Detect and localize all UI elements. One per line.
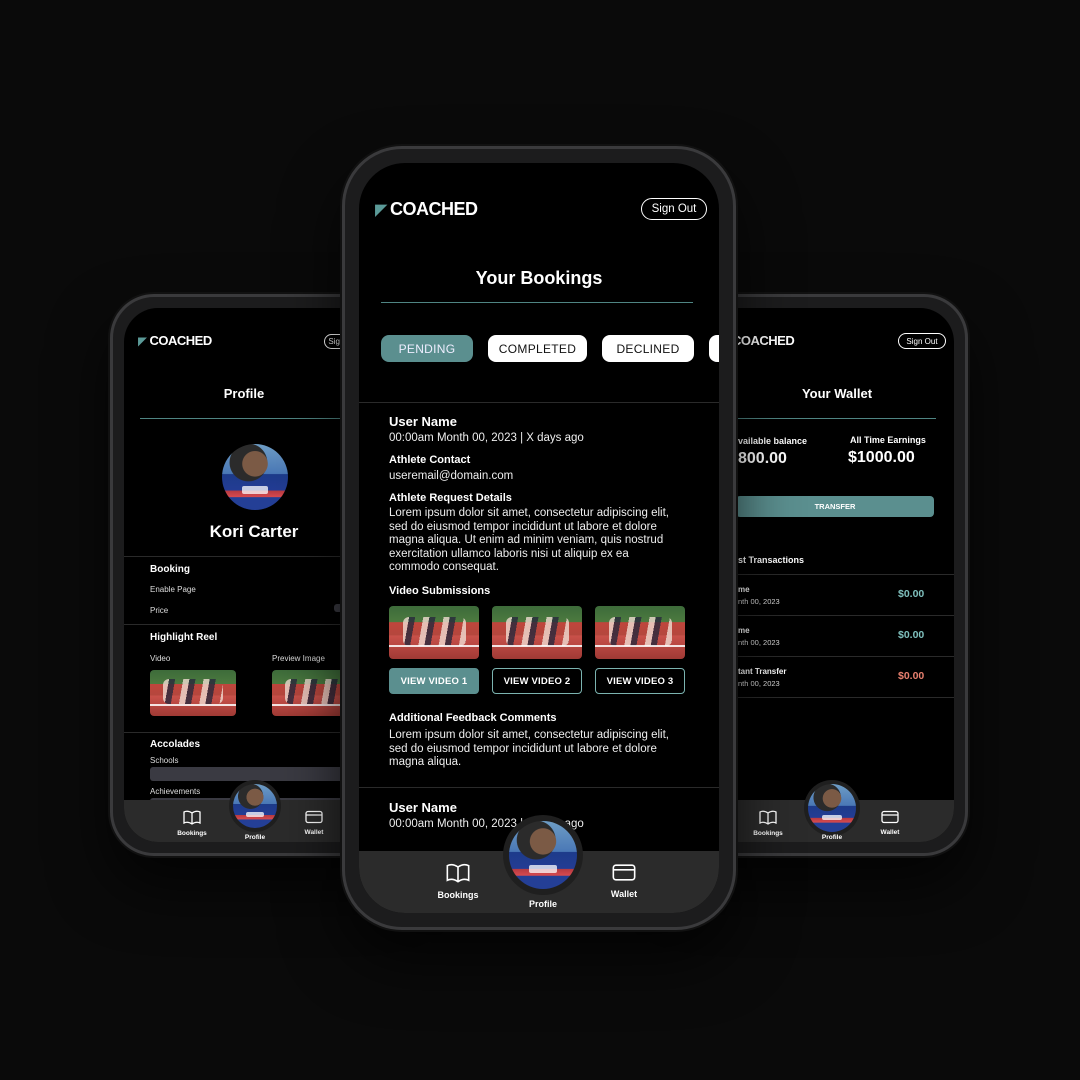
view-video-2-button[interactable]: VIEW VIDEO 2 xyxy=(492,668,582,694)
video-thumbnail[interactable] xyxy=(389,606,479,659)
section-divider xyxy=(722,574,954,575)
nav-bookings[interactable]: Bookings xyxy=(162,810,222,837)
booking-heading: Booking xyxy=(150,564,190,575)
nav-wallet[interactable]: Wallet xyxy=(284,810,344,836)
book-icon xyxy=(446,863,470,883)
video-thumbnail[interactable] xyxy=(595,606,685,659)
section-divider xyxy=(722,656,954,657)
page-title: Profile xyxy=(223,386,265,401)
highlight-video-thumbnail[interactable] xyxy=(150,670,236,716)
book-icon xyxy=(759,810,777,825)
preview-image-label: Preview Image xyxy=(272,654,325,663)
bookings-screen: ◤ COACHED Sign Out Your Bookings PENDING … xyxy=(359,163,719,913)
schools-input[interactable] xyxy=(150,767,364,781)
section-divider xyxy=(722,615,954,616)
section-divider xyxy=(722,697,954,698)
schools-label: Schools xyxy=(150,756,179,765)
next-booking-user-name: User Name xyxy=(389,800,457,815)
enable-page-label: Enable Page xyxy=(150,585,196,594)
feedback-comments-text: Lorem ipsum dolor sit amet, consectetur … xyxy=(389,729,669,769)
request-details-text: Lorem ipsum dolor sit amet, consectetur … xyxy=(389,507,669,574)
wallet-card-icon xyxy=(881,810,899,824)
all-time-earnings-label: All Time Earnings xyxy=(850,435,926,445)
athlete-contact-label: Athlete Contact xyxy=(389,454,471,466)
nav-wallet[interactable]: Wallet xyxy=(860,810,920,836)
wallet-card-icon xyxy=(305,810,323,824)
coached-logo: ◤ COACHED xyxy=(138,333,212,348)
bottom-nav: Bookings Profile Wallet xyxy=(359,815,719,913)
tab-declined[interactable]: DECLINED xyxy=(602,335,694,362)
page-title: Your Wallet xyxy=(801,386,873,401)
title-divider xyxy=(140,418,370,419)
booking-datetime: 00:00am Month 00, 2023 | X days ago xyxy=(389,432,584,444)
title-divider xyxy=(381,302,693,303)
nav-bookings[interactable]: Bookings xyxy=(423,863,493,900)
nav-profile-label[interactable]: Profile xyxy=(800,834,864,841)
view-video-1-button[interactable]: VIEW VIDEO 1 xyxy=(389,668,479,694)
video-submissions-label: Video Submissions xyxy=(389,585,491,597)
section-divider xyxy=(359,402,719,403)
achievements-label: Achievements xyxy=(150,787,201,796)
nav-profile-avatar[interactable] xyxy=(509,821,577,889)
wallet-card-icon xyxy=(612,864,636,881)
athlete-email[interactable]: useremail@domain.com xyxy=(389,470,513,482)
logo-mark-icon: ◤ xyxy=(138,334,147,348)
price-label: Price xyxy=(150,606,169,615)
book-icon xyxy=(183,810,201,825)
transactions-heading: st Transactions xyxy=(738,555,805,565)
video-label: Video xyxy=(150,654,171,663)
nav-profile-avatar[interactable] xyxy=(233,784,277,828)
highlight-reel-heading: Highlight Reel xyxy=(150,632,218,643)
tab-overflow[interactable] xyxy=(709,335,719,362)
title-divider xyxy=(722,418,936,419)
coached-logo: ◤ COACHED xyxy=(375,199,478,219)
tab-pending[interactable]: PENDING xyxy=(381,335,473,362)
view-video-3-button[interactable]: VIEW VIDEO 3 xyxy=(595,668,685,694)
tab-completed[interactable]: COMPLETED xyxy=(488,335,587,362)
accolades-heading: Accolades xyxy=(150,739,201,750)
available-balance-value: 800.00 xyxy=(738,450,787,467)
page-title: Your Bookings xyxy=(475,268,603,288)
bookings-phone: ◤ COACHED Sign Out Your Bookings PENDING … xyxy=(342,146,736,930)
feedback-comments-label: Additional Feedback Comments xyxy=(389,712,557,724)
logo-mark-icon: ◤ xyxy=(375,200,387,219)
sign-out-button[interactable]: Sign Out xyxy=(898,333,946,349)
booking-user-name: User Name xyxy=(389,414,457,429)
nav-profile-label[interactable]: Profile xyxy=(224,834,286,841)
section-divider xyxy=(359,787,719,788)
nav-bookings[interactable]: Bookings xyxy=(738,810,798,837)
sign-out-button[interactable]: Sign Out xyxy=(641,198,707,220)
transfer-button[interactable]: TRANSFER xyxy=(736,496,934,517)
request-details-label: Athlete Request Details xyxy=(389,492,512,504)
coached-logo: COACHED xyxy=(732,333,795,348)
profile-avatar[interactable] xyxy=(222,444,288,510)
nav-profile-label[interactable]: Profile xyxy=(503,899,583,909)
all-time-earnings-value: $1000.00 xyxy=(848,449,915,466)
nav-profile-avatar[interactable] xyxy=(808,784,856,832)
nav-wallet[interactable]: Wallet xyxy=(589,863,659,899)
video-thumbnail[interactable] xyxy=(492,606,582,659)
available-balance-label: vailable balance xyxy=(738,436,808,446)
